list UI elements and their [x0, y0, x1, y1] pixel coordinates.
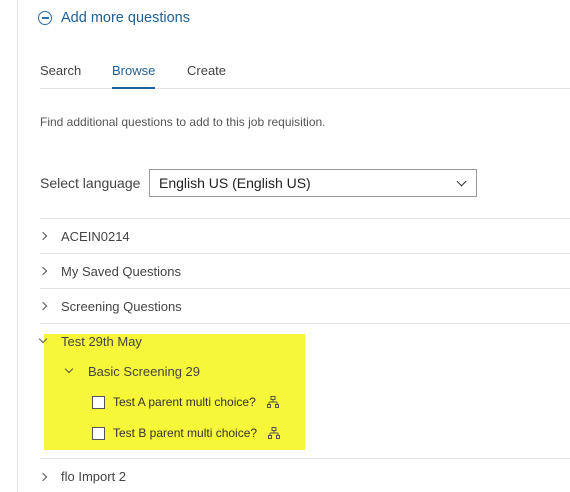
- collapse-circle-icon: [38, 11, 52, 25]
- question-label: Test A parent multi choice?: [113, 395, 256, 409]
- folder-row-my-saved-questions[interactable]: My Saved Questions: [38, 253, 570, 288]
- folder-label: ACEIN0214: [61, 228, 130, 244]
- chevron-right-icon: [38, 472, 48, 481]
- chevron-right-icon: [38, 266, 48, 276]
- question-checkbox[interactable]: [92, 426, 105, 440]
- folder-label: flo Import 2: [61, 469, 127, 484]
- folder-row-test-29th-may[interactable]: Test 29th May: [38, 323, 570, 358]
- folder-row-aceIN0214[interactable]: ACEIN0214: [38, 218, 570, 253]
- chevron-right-icon: [38, 231, 48, 241]
- folder-row-flo-import-2[interactable]: flo Import 2: [38, 459, 570, 492]
- hierarchy-icon[interactable]: [266, 396, 279, 408]
- add-more-questions-label: Add more questions: [61, 10, 190, 26]
- question-item: Test A parent multi choice?: [92, 394, 279, 410]
- language-select[interactable]: English US (English US): [149, 169, 477, 197]
- chevron-down-icon: [456, 176, 467, 187]
- folder-label: My Saved Questions: [61, 263, 181, 279]
- folder-row-screening-questions[interactable]: Screening Questions: [38, 288, 570, 323]
- browse-hint-text: Find additional questions to add to this…: [40, 115, 326, 129]
- subfolder-row-basic-screening-29[interactable]: Basic Screening 29: [64, 362, 201, 380]
- question-label: Test B parent multi choice?: [113, 426, 258, 440]
- chevron-down-icon: [38, 334, 48, 344]
- chevron-right-icon: [38, 301, 48, 311]
- chevron-down-icon: [64, 364, 74, 374]
- language-selected-value: English US (English US): [159, 175, 311, 191]
- hierarchy-icon[interactable]: [268, 427, 281, 439]
- tab-browse[interactable]: Browse: [112, 63, 156, 89]
- folder-label: Test 29th May: [61, 333, 142, 349]
- language-label: Select language: [40, 175, 141, 191]
- tab-create[interactable]: Create: [187, 63, 226, 78]
- question-item: Test B parent multi choice?: [92, 425, 281, 441]
- question-checkbox[interactable]: [92, 395, 105, 409]
- subfolder-label: Basic Screening 29: [88, 363, 201, 379]
- tab-search[interactable]: Search: [40, 63, 81, 78]
- folder-label: Screening Questions: [61, 298, 182, 314]
- tab-bar: Search Browse Create: [40, 60, 570, 89]
- left-divider: [17, 0, 18, 492]
- add-more-questions-toggle[interactable]: Add more questions: [38, 8, 190, 28]
